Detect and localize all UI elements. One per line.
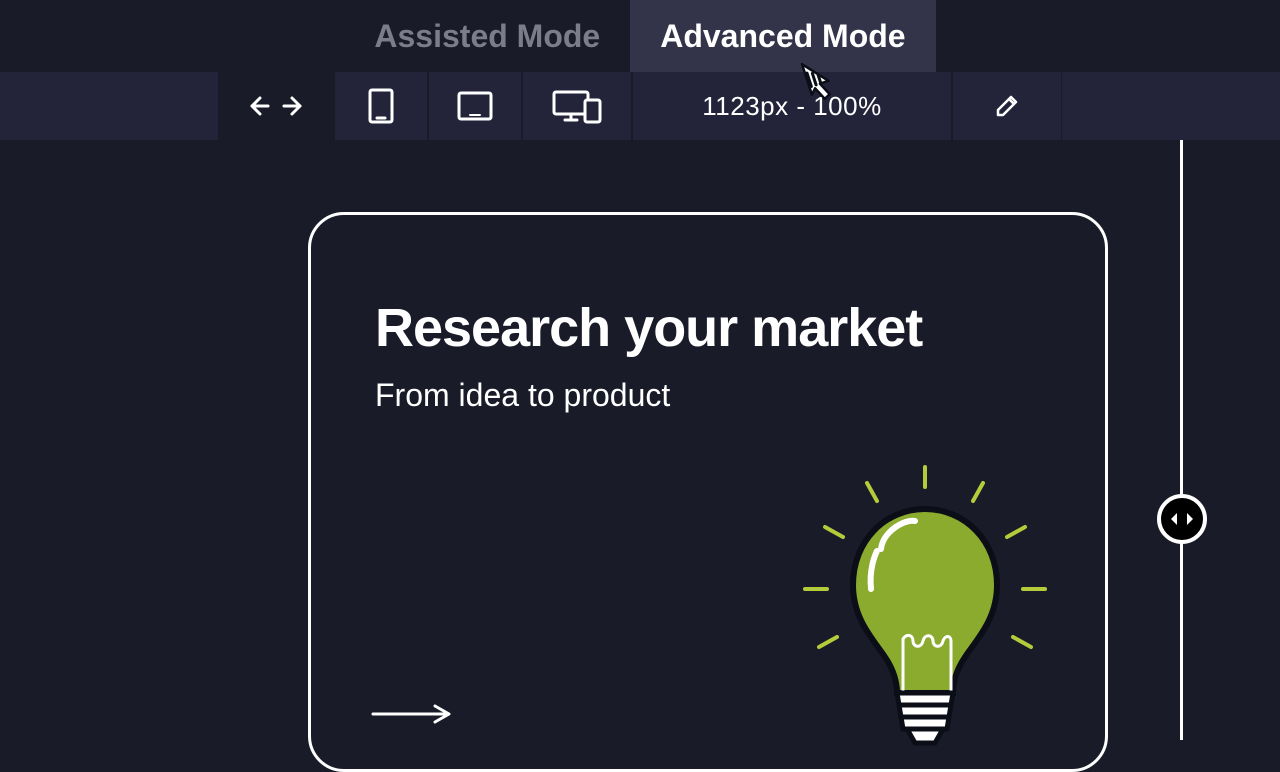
mode-tabs-bar: Assisted Mode Advanced Mode (0, 0, 1280, 72)
content-card[interactable]: Research your market From idea to produc… (308, 212, 1108, 772)
tab-advanced-mode[interactable]: Advanced Mode (630, 0, 935, 72)
device-tablet-button[interactable] (428, 72, 522, 140)
viewport-size-label[interactable]: 1123px - 100% (632, 72, 952, 140)
viewport-resize-handle[interactable] (1157, 494, 1207, 544)
responsive-width-toggle[interactable] (218, 72, 334, 140)
lightbulb-illustration (785, 459, 1065, 759)
pencil-icon (994, 93, 1020, 119)
tab-assisted-mode[interactable]: Assisted Mode (344, 0, 630, 72)
arrow-right-icon (371, 704, 453, 724)
lightbulb-icon (785, 459, 1065, 759)
device-mobile-button[interactable] (334, 72, 428, 140)
edit-button[interactable] (952, 72, 1062, 140)
tablet-icon (456, 90, 494, 122)
viewport-boundary-line (1180, 140, 1183, 740)
canvas-area[interactable]: Research your market From idea to produc… (0, 140, 1280, 720)
card-subtitle[interactable]: From idea to product (375, 377, 1041, 414)
card-title[interactable]: Research your market (375, 297, 1041, 359)
card-next-arrow[interactable] (371, 704, 453, 729)
mobile-icon (367, 88, 395, 124)
resize-horizontal-icon (1167, 509, 1197, 529)
arrow-left-right-icon (248, 94, 304, 118)
desktop-mobile-icon (551, 88, 603, 124)
device-desktop-mobile-button[interactable] (522, 72, 632, 140)
device-toolbar: 1123px - 100% (0, 72, 1280, 140)
